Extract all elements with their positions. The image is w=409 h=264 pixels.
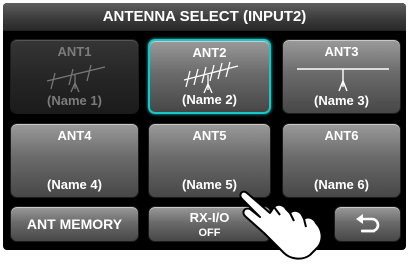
ant-memory-label: ANT MEMORY <box>26 216 123 232</box>
ant2-name: (Name 2) <box>182 92 237 107</box>
multi-element-antenna-icon <box>183 61 239 94</box>
ant-memory-button[interactable]: ANT MEMORY <box>10 206 139 242</box>
ant5-label: ANT5 <box>192 128 227 143</box>
ant3-name: (Name 3) <box>314 93 369 108</box>
pointing-hand-icon <box>239 190 323 260</box>
screen-title: ANTENNA SELECT (INPUT2) <box>3 3 406 31</box>
dipole-antenna-icon <box>297 68 389 92</box>
ant2-label: ANT2 <box>192 45 227 60</box>
ant4-name: (Name 4) <box>47 177 102 192</box>
ant4-button[interactable]: ANT4 (Name 4) <box>10 123 139 198</box>
ant1-button[interactable]: ANT1 (Name 1) <box>10 39 139 114</box>
ant2-button[interactable]: ANT2 (Name 2) <box>148 39 271 114</box>
ant6-label: ANT6 <box>324 128 359 143</box>
ant3-label: ANT3 <box>324 44 359 59</box>
back-button[interactable] <box>334 206 401 242</box>
return-arrow-icon <box>355 214 379 233</box>
ant1-name: (Name 1) <box>47 93 102 108</box>
ant3-button[interactable]: ANT3 (Name 3) <box>282 39 401 114</box>
ant1-label: ANT1 <box>57 44 92 59</box>
ant4-label: ANT4 <box>57 128 92 143</box>
antenna-select-screen: ANTENNA SELECT (INPUT2) ANT1 (Name 1) AN… <box>3 3 406 250</box>
yagi-antenna-icon <box>46 64 106 93</box>
